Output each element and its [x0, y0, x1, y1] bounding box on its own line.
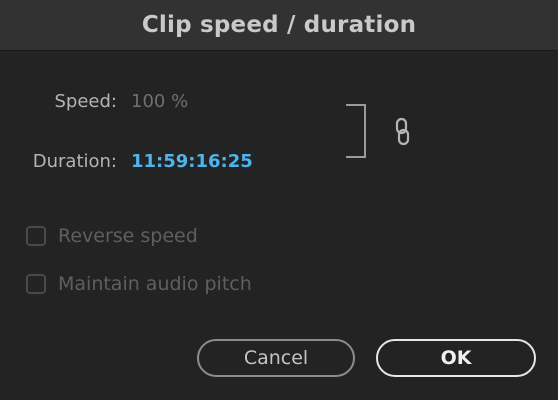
ok-button[interactable]: OK [376, 339, 536, 377]
maintain-audio-pitch-label: Maintain audio pitch [58, 273, 252, 295]
reverse-speed-label: Reverse speed [58, 225, 198, 247]
link-bracket [346, 104, 366, 158]
chain-link-icon[interactable] [392, 117, 412, 147]
speed-value[interactable]: 100 % [131, 91, 188, 112]
maintain-audio-pitch-option: Maintain audio pitch [26, 272, 252, 296]
reverse-speed-checkbox[interactable] [26, 226, 46, 246]
duration-value[interactable]: 11:59:16:25 [131, 151, 253, 172]
clip-speed-duration-dialog: Clip speed / duration Speed: 100 % Durat… [0, 0, 558, 400]
dialog-title: Clip speed / duration [141, 12, 417, 38]
cancel-button[interactable]: Cancel [197, 339, 355, 377]
reverse-speed-option: Reverse speed [26, 224, 198, 248]
maintain-audio-pitch-checkbox[interactable] [26, 274, 46, 294]
title-bar: Clip speed / duration [0, 0, 558, 51]
speed-label: Speed: [54, 91, 118, 112]
duration-label: Duration: [32, 151, 117, 172]
